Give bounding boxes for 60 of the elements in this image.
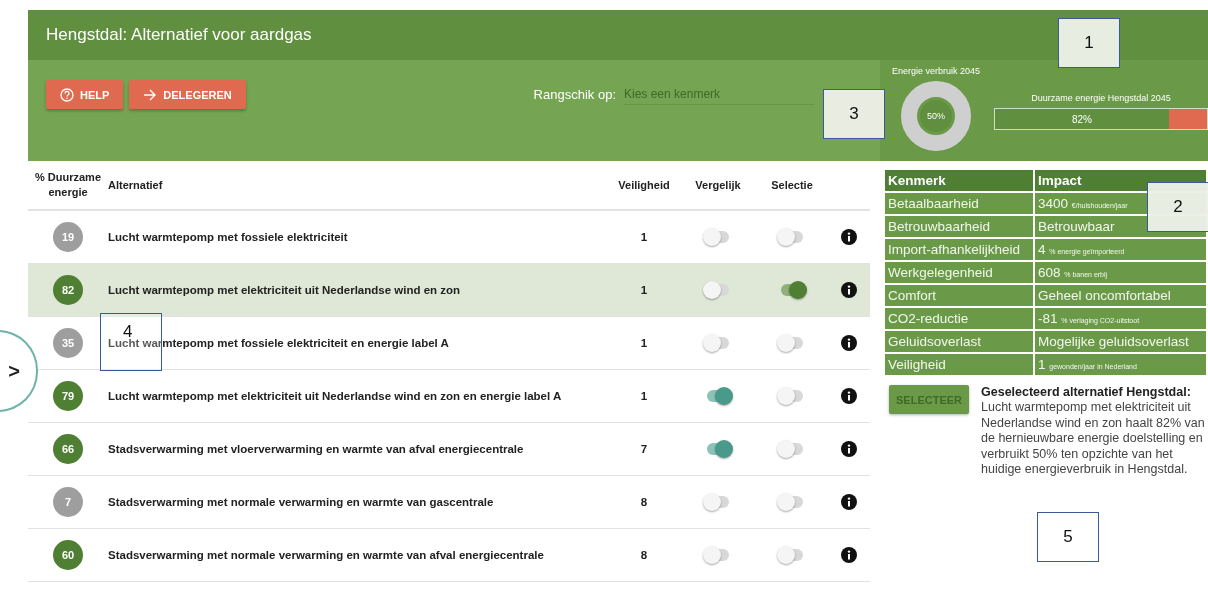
table-cell: Geheel oncomfortabel <box>1035 285 1206 306</box>
column-header: Selectie <box>771 179 813 191</box>
safety-value: 8 <box>640 549 648 561</box>
table-cell: Comfort <box>885 285 1033 306</box>
safety-value: 1 <box>640 337 648 349</box>
info-icon[interactable] <box>841 547 857 563</box>
column-header: % Duurzame energie <box>34 169 102 200</box>
delegate-button[interactable]: DELEGEREN <box>129 80 246 109</box>
alternative-name: Stadsverwarming met normale verwarming en warmte van gascentrale <box>108 496 495 508</box>
table-cell: Betrouwbaarheid <box>885 216 1033 237</box>
safety-value: 1 <box>640 231 648 243</box>
info-icon[interactable] <box>841 335 857 351</box>
annotation-label: 2 <box>1147 182 1208 232</box>
help-icon <box>60 87 74 102</box>
safety-value: 1 <box>640 284 648 296</box>
score-badge: 66 <box>53 434 83 464</box>
alternative-name: Stadsverwarming met vloerverwarming en warmte van afval energiecentrale <box>108 443 525 455</box>
annotation-label: 1 <box>1058 18 1120 68</box>
score-badge: 35 <box>53 328 83 358</box>
alternative-name: Stadsverwarming met normale verwarming en warmte van afval energiecentrale <box>108 549 545 561</box>
window-title: Hengstdal: Alternatief voor aardgas <box>46 25 312 45</box>
score-badge: 82 <box>53 275 83 305</box>
safety-value: 7 <box>640 443 648 455</box>
table-cell: Betaalbaarheid <box>885 193 1033 214</box>
table-cell: Mogelijke geluidsoverlast <box>1035 331 1206 352</box>
help-button[interactable]: HELP <box>46 80 124 109</box>
sort-field[interactable]: Kies een kenmerk <box>624 84 814 105</box>
progress-title: Duurzame energie Hengstdal 2045 <box>1031 93 1171 103</box>
arrow-right-icon <box>143 88 158 101</box>
score-badge: 79 <box>53 381 83 411</box>
table-cell: Geluidsoverlast <box>885 331 1033 352</box>
alternative-name: Lucht warmtepomp met elektriciteit uit Nederlandse wind en zon <box>108 284 462 296</box>
column-header: Vergelijk <box>695 179 741 191</box>
chart-title: Energie verbruik 2045 <box>892 66 981 76</box>
progress-reading: 82% <box>1071 113 1092 125</box>
alternative-name: Lucht warmtepomp met fossiele elektriciteit <box>108 231 349 243</box>
annotation-label: 5 <box>1037 512 1099 562</box>
score-badge: 7 <box>53 487 83 517</box>
table-cell: Veiligheid <box>885 354 1033 375</box>
selection-summary: Geselecteerd alternatief Hengstdal: Lucht warmtepomp met elektriciteit uit Nederlandse wind en zon haalt 82% van de hernieuwbare energie doelstelling en verbruikt 50% ten opzichte van het huidige energieverbruik in Hengstdal. <box>981 385 1206 478</box>
alternative-name: Lucht warmtepomp met elektriciteit uit Nederlandse wind en zon en energie label A <box>108 390 563 402</box>
info-icon[interactable] <box>841 441 857 457</box>
info-icon[interactable] <box>841 229 857 245</box>
score-badge: 60 <box>53 540 83 570</box>
column-header: Veiligheid <box>618 179 670 191</box>
safety-value: 1 <box>640 390 648 402</box>
sort-label: Rangschik op: <box>533 87 616 102</box>
info-icon[interactable] <box>841 282 857 298</box>
score-badge: 19 <box>53 222 83 252</box>
donut-gauge: 50% <box>900 80 973 152</box>
table-cell: CO2-reductie <box>885 308 1033 329</box>
safety-value: 8 <box>640 496 648 508</box>
column-header: Kenmerk <box>885 170 1033 191</box>
table-cell: Werkgelegenheid <box>885 262 1033 283</box>
info-icon[interactable] <box>841 494 857 510</box>
column-header: Alternatief <box>108 179 164 191</box>
info-icon[interactable] <box>841 388 857 404</box>
table-cell: Import-afhankelijkheid <box>885 239 1033 260</box>
side-panel-toggle[interactable]: > <box>0 330 38 412</box>
annotation-label: 3 <box>823 89 885 139</box>
